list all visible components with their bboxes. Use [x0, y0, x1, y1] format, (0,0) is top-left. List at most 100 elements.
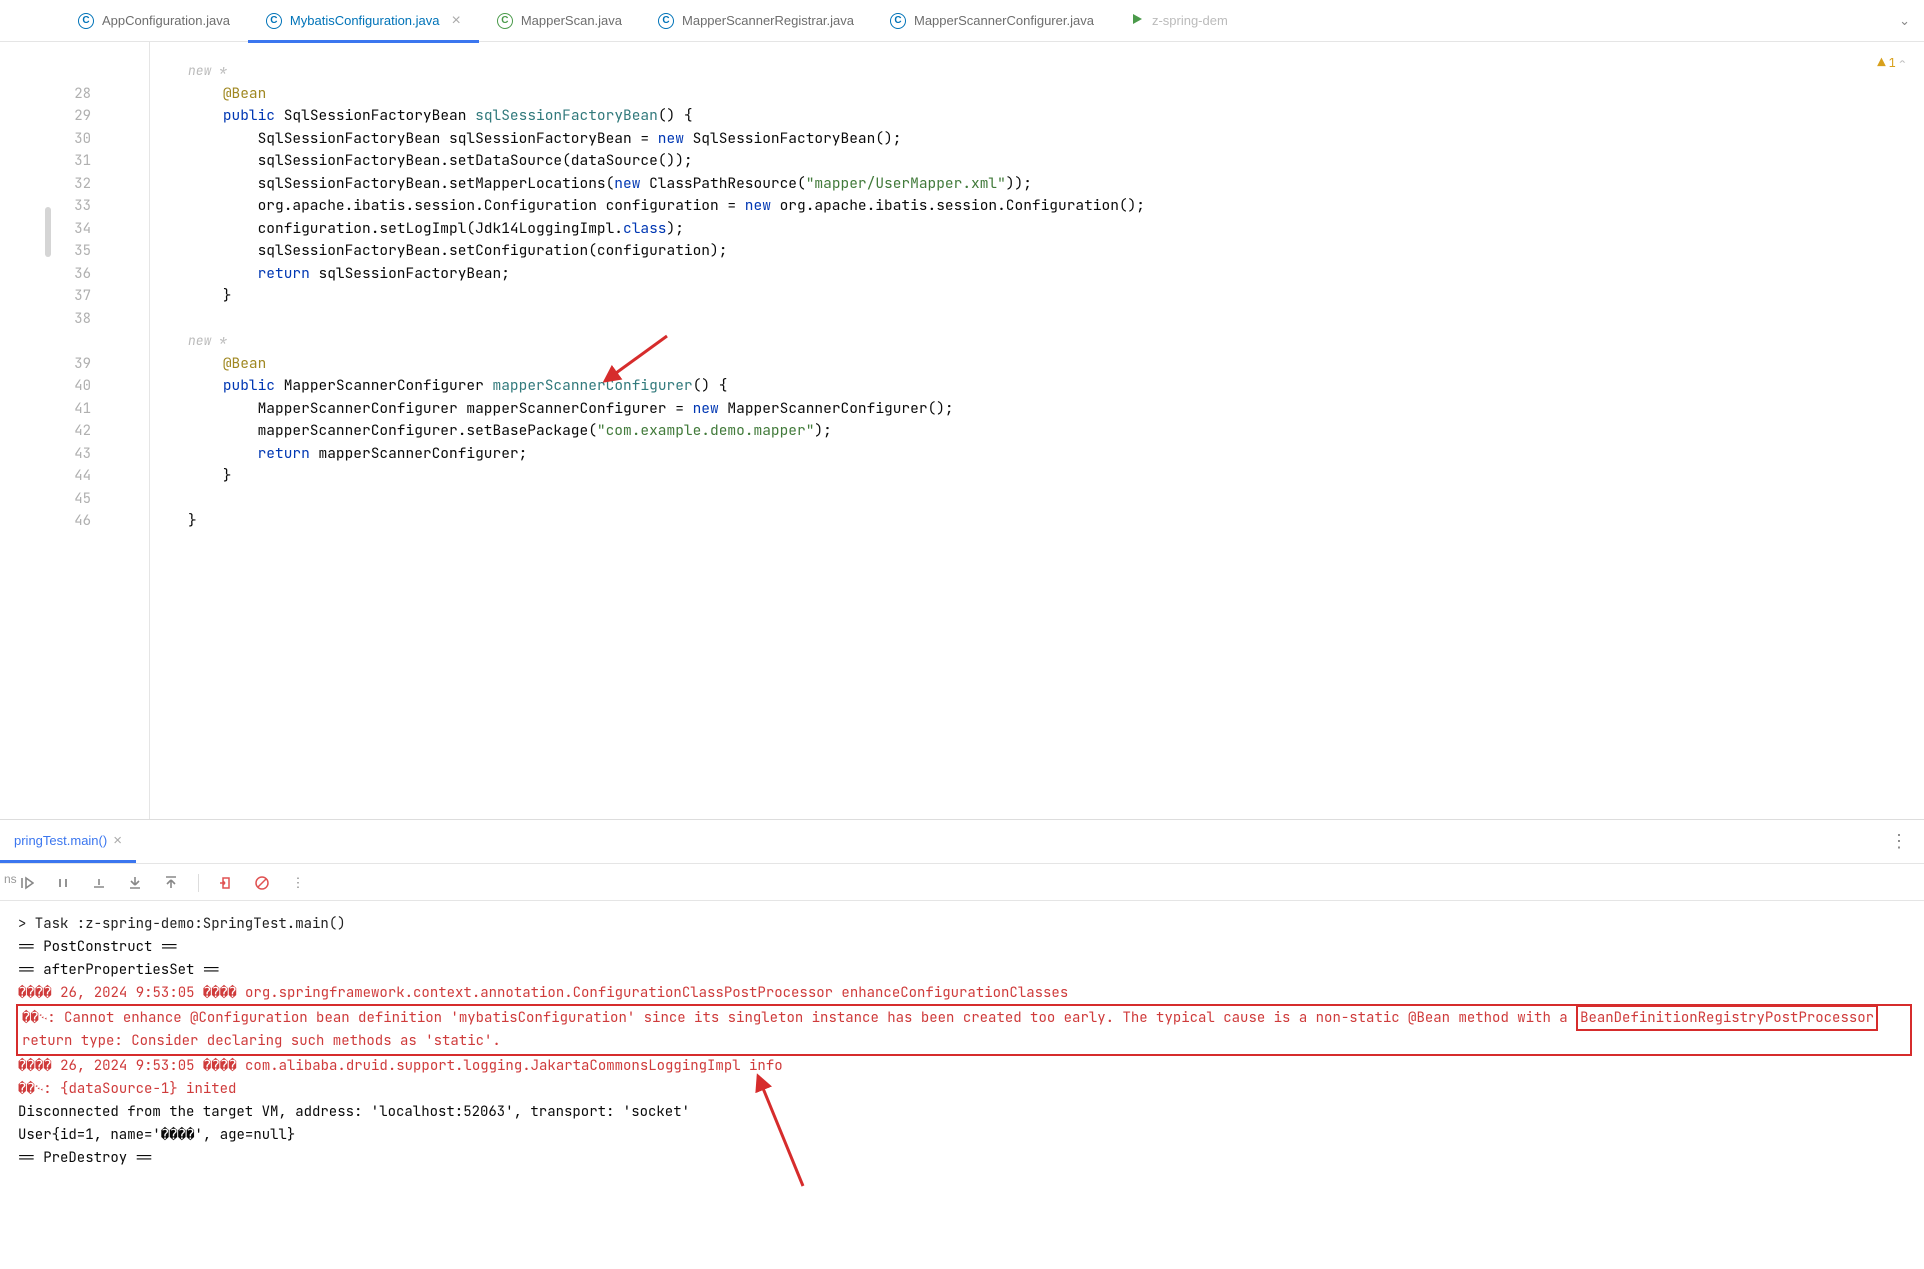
tab-label: z-spring-dem [1152, 13, 1228, 28]
line-number: 34 [45, 218, 91, 241]
line-number: 33 [45, 195, 91, 218]
file-tab[interactable]: C MapperScan.java [479, 0, 640, 41]
line-number: 31 [45, 150, 91, 173]
code-line[interactable]: configuration.setLogImpl(Jdk14LoggingImp… [150, 218, 1924, 241]
code-line[interactable]: return sqlSessionFactoryBean; [150, 263, 1924, 286]
code-line[interactable]: } [150, 465, 1924, 488]
console-line: == PreDestroy == [18, 1147, 1910, 1170]
code-line[interactable]: } [150, 285, 1924, 308]
tab-label: MapperScan.java [521, 13, 622, 28]
more-icon[interactable]: ⋮ [1874, 831, 1924, 852]
console-line: User{id=1, name='����', age=null} [18, 1124, 1910, 1147]
file-tab[interactable]: C MapperScannerConfigurer.java [872, 0, 1112, 41]
console-line: == afterPropertiesSet == [18, 959, 1910, 982]
left-gutter-margin [0, 42, 45, 819]
download-icon[interactable] [126, 874, 144, 892]
code-line[interactable]: sqlSessionFactoryBean.setMapperLocations… [150, 173, 1924, 196]
run-tab-label: pringTest.main() [14, 833, 107, 848]
resume-icon[interactable] [18, 874, 36, 892]
line-number: 36 [45, 263, 91, 286]
code-line[interactable]: MapperScannerConfigurer mapperScannerCon… [150, 398, 1924, 421]
console-line: ��࿙: Cannot enhance @Configuration bean … [18, 1006, 1910, 1054]
line-number [45, 60, 91, 83]
chevron-down-icon[interactable]: ⌄ [1885, 13, 1924, 29]
line-number: 32 [45, 173, 91, 196]
file-tab[interactable]: z-spring-dem [1112, 0, 1246, 41]
console-line: == PostConstruct == [18, 936, 1910, 959]
tab-label: MybatisConfiguration.java [290, 13, 440, 28]
file-type-icon: C [497, 13, 513, 29]
code-line[interactable]: return mapperScannerConfigurer; [150, 443, 1924, 466]
line-number: 44 [45, 465, 91, 488]
file-type-icon: C [890, 13, 906, 29]
close-icon[interactable]: × [452, 12, 461, 30]
console-line: ���� 26, 2024 9:53:05 ���� org.springfra… [18, 982, 1910, 1005]
code-line[interactable]: @Bean [150, 353, 1924, 376]
code-line[interactable]: public MapperScannerConfigurer mapperSca… [150, 375, 1924, 398]
editor[interactable]: 2829303132333435363738 3940414243444546 ▲… [45, 42, 1924, 819]
tab-label: MapperScannerRegistrar.java [682, 13, 854, 28]
line-number-gutter: 2829303132333435363738 3940414243444546 [45, 42, 109, 819]
inline-hint: new * [150, 60, 1924, 83]
run-tab-main[interactable]: pringTest.main() × [0, 820, 136, 863]
editor-tabbar: C AppConfiguration.java C MybatisConfigurat… [0, 0, 1924, 42]
code-line[interactable]: public SqlSessionFactoryBean sqlSessionF… [150, 105, 1924, 128]
code-line[interactable] [150, 308, 1924, 331]
line-number: 35 [45, 240, 91, 263]
warning-count: 1 [1889, 52, 1896, 75]
line-number: 29 [45, 105, 91, 128]
tab-label: MapperScannerConfigurer.java [914, 13, 1094, 28]
warning-icon: ▲ [1877, 52, 1885, 75]
kebab-icon[interactable]: ⋮ [289, 874, 307, 892]
code-content[interactable]: ▲ 1 ⌃ new * @Bean public SqlSessionFacto… [149, 42, 1924, 819]
line-number: 40 [45, 375, 91, 398]
line-number: 43 [45, 443, 91, 466]
line-number: 39 [45, 353, 91, 376]
code-line[interactable]: @Bean [150, 83, 1924, 106]
code-line[interactable]: } [150, 510, 1924, 533]
line-number: 37 [45, 285, 91, 308]
exit-icon[interactable] [217, 874, 235, 892]
code-line[interactable]: sqlSessionFactoryBean.setConfiguration(c… [150, 240, 1924, 263]
file-tab[interactable]: C MybatisConfiguration.java × [248, 2, 479, 43]
code-line[interactable]: org.apache.ibatis.session.Configuration … [150, 195, 1924, 218]
run-tab-bar: pringTest.main() × ⋮ [0, 820, 1924, 864]
inspection-warning-badge[interactable]: ▲ 1 ⌃ [1877, 52, 1906, 75]
file-tab[interactable]: C MapperScannerRegistrar.java [640, 0, 872, 41]
file-tab[interactable]: C AppConfiguration.java [60, 0, 248, 41]
console-line: ���� 26, 2024 9:53:05 ���� com.alibaba.d… [18, 1055, 1910, 1078]
run-toolbar: ⋮ [0, 864, 1924, 901]
separator [198, 874, 199, 892]
fold-gutter [109, 42, 149, 819]
console-line: ��࿙: {dataSource-1} inited [18, 1078, 1910, 1101]
line-number: 45 [45, 488, 91, 511]
code-line[interactable]: mapperScannerConfigurer.setBasePackage("… [150, 420, 1924, 443]
file-type-icon: C [658, 13, 674, 29]
console-line: > Task :z-spring-demo:SpringTest.main() [18, 913, 1910, 936]
line-number: 38 [45, 308, 91, 331]
line-number: 41 [45, 398, 91, 421]
line-number: 42 [45, 420, 91, 443]
line-number: 28 [45, 83, 91, 106]
close-icon[interactable]: × [113, 832, 122, 849]
console-line: Disconnected from the target VM, address… [18, 1101, 1910, 1124]
run-tool-window: pringTest.main() × ⋮ ⋮ > Task :z-spring-… [0, 819, 1924, 1269]
file-type-icon: C [78, 13, 94, 29]
console-output[interactable]: > Task :z-spring-demo:SpringTest.main()=… [0, 901, 1924, 1269]
highlighted-term: BeanDefinitionRegistryPostProcessor [1576, 1005, 1878, 1031]
code-line[interactable]: SqlSessionFactoryBean sqlSessionFactoryB… [150, 128, 1924, 151]
code-line[interactable]: sqlSessionFactoryBean.setDataSource(data… [150, 150, 1924, 173]
pause-icon[interactable] [54, 874, 72, 892]
line-number: 46 [45, 510, 91, 533]
step-icon[interactable] [90, 874, 108, 892]
code-line[interactable] [150, 488, 1924, 511]
side-label: ns [4, 872, 17, 886]
upload-icon[interactable] [162, 874, 180, 892]
editor-area: 2829303132333435363738 3940414243444546 ▲… [0, 42, 1924, 819]
tab-label: AppConfiguration.java [102, 13, 230, 28]
file-type-icon [1130, 12, 1144, 29]
line-number: 30 [45, 128, 91, 151]
file-type-icon: C [266, 13, 282, 29]
stop-disabled-icon[interactable] [253, 874, 271, 892]
inline-hint: new * [150, 330, 1924, 353]
